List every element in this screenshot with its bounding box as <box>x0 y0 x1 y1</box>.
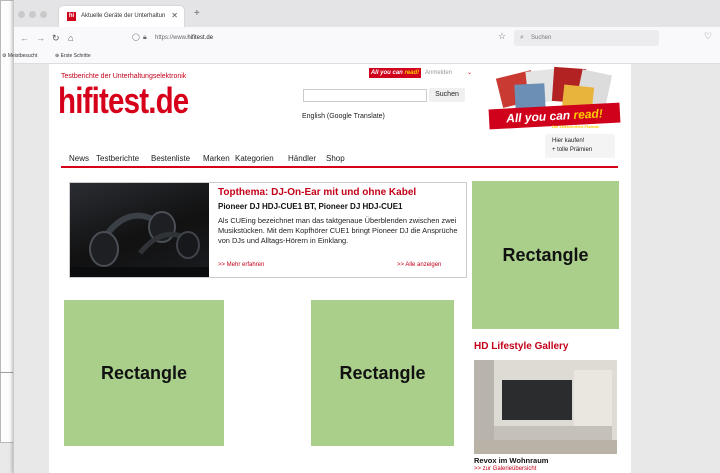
nav-kategorien[interactable]: Kategorien <box>235 154 274 164</box>
minimize-window-button[interactable] <box>29 11 36 18</box>
bookmark-star-icon[interactable]: ☆ <box>498 31 506 42</box>
ad-placeholder-left: Rectangle <box>64 300 224 446</box>
shield-icon: ◯ <box>132 34 140 41</box>
url-text: https://www.hifitest.de <box>155 35 214 41</box>
tab-title: Aktuelle Geräte der Unterhaltun <box>81 13 166 19</box>
topthema-body: Als CUEing bezeichnet man das taktgenaue… <box>218 216 458 245</box>
promo-subtitle: Die Zeitschriften-Flatrate <box>552 124 600 129</box>
close-tab-icon[interactable]: ✕ <box>171 10 178 21</box>
page-viewport: Testberichte der Unterhaltungselektronik… <box>14 64 720 473</box>
nav-news[interactable]: News <box>69 154 89 164</box>
translate-link[interactable]: English (Google Translate) <box>302 112 385 121</box>
more-link[interactable]: >> Mehr erfahren <box>218 261 264 269</box>
buy-here-label: Hier kaufen! <box>552 138 585 144</box>
back-arrow-icon[interactable]: ← <box>20 31 29 45</box>
tab-bar: hi Aktuelle Geräte der Unterhaltun ✕ + <box>14 0 720 27</box>
browser-tab[interactable]: hi Aktuelle Geräte der Unterhaltun ✕ <box>59 6 184 27</box>
living-room-image[interactable] <box>474 360 617 454</box>
topthema-title[interactable]: Topthema: DJ-On-Ear mit und ohne Kabel <box>218 186 416 199</box>
search-icon: ⌕ <box>520 34 524 41</box>
site-logo[interactable]: hifitest.de <box>58 81 189 121</box>
show-all-link[interactable]: >> Alle anzeigen <box>397 261 441 269</box>
headphones-image[interactable] <box>70 183 209 277</box>
nav-marken[interactable]: Marken <box>203 154 230 164</box>
ad-placeholder-right: Rectangle <box>472 181 619 329</box>
bookmark-erste-schritte[interactable]: ⊕ Erste Schritte <box>55 52 91 61</box>
forward-arrow-icon[interactable]: → <box>36 31 45 45</box>
address-bar[interactable]: ◯ 🔒︎ https://www.hifitest.de <box>122 30 497 46</box>
nav-divider <box>61 166 618 168</box>
nav-haendler[interactable]: Händler <box>288 154 316 164</box>
site-search-input[interactable] <box>303 89 427 102</box>
close-window-button[interactable] <box>18 11 25 18</box>
hifitest-page: Testberichte der Unterhaltungselektronik… <box>49 64 631 473</box>
topthema-subtitle: Pioneer DJ HDJ-CUE1 BT, Pioneer DJ HDJ-C… <box>218 202 403 211</box>
nav-testberichte[interactable]: Testberichte <box>96 154 139 164</box>
topthema-teaser[interactable]: Topthema: DJ-On-Ear mit und ohne Kabel P… <box>69 182 467 278</box>
nav-shop[interactable]: Shop <box>326 154 345 164</box>
gallery-overview-link[interactable]: >> zur Galerieübersicht <box>474 466 536 473</box>
gallery-caption[interactable]: Revox im Wohnraum <box>474 456 548 466</box>
gallery-title[interactable]: HD Lifestyle Gallery <box>474 340 568 353</box>
ad-placeholder-middle: Rectangle <box>311 300 454 446</box>
new-tab-icon[interactable]: + <box>194 8 200 20</box>
pocket-icon[interactable]: ♡ <box>704 31 712 42</box>
browser-search-input[interactable]: ⌕ Suchen <box>514 30 659 46</box>
login-link[interactable]: Anmelden <box>425 68 452 78</box>
search-button[interactable]: Suchen <box>429 88 465 102</box>
bonus-label: + tolle Prämien <box>552 147 593 153</box>
chevron-down-icon[interactable]: ⌄ <box>467 68 472 78</box>
browser-window: hi Aktuelle Geräte der Unterhaltun ✕ + ←… <box>2 0 720 473</box>
bookmarks-bar: ⚙ Meistbesucht ⊕ Erste Schritte <box>2 49 720 64</box>
all-you-can-read-badge[interactable]: All you can read! <box>369 68 421 78</box>
buy-here-button[interactable]: Hier kaufen! + tolle Prämien <box>545 134 615 158</box>
bookmark-meistbesucht[interactable]: ⚙ Meistbesucht <box>2 52 37 61</box>
nav-bestenliste[interactable]: Bestenliste <box>151 154 190 164</box>
lock-icon: 🔒︎ <box>143 34 147 41</box>
home-icon[interactable]: ⌂ <box>68 31 73 45</box>
site-favicon-icon: hi <box>67 12 76 21</box>
reload-icon[interactable]: ↻ <box>52 31 60 45</box>
maximize-window-button[interactable] <box>40 11 47 18</box>
browser-search-placeholder: Suchen <box>531 35 552 41</box>
